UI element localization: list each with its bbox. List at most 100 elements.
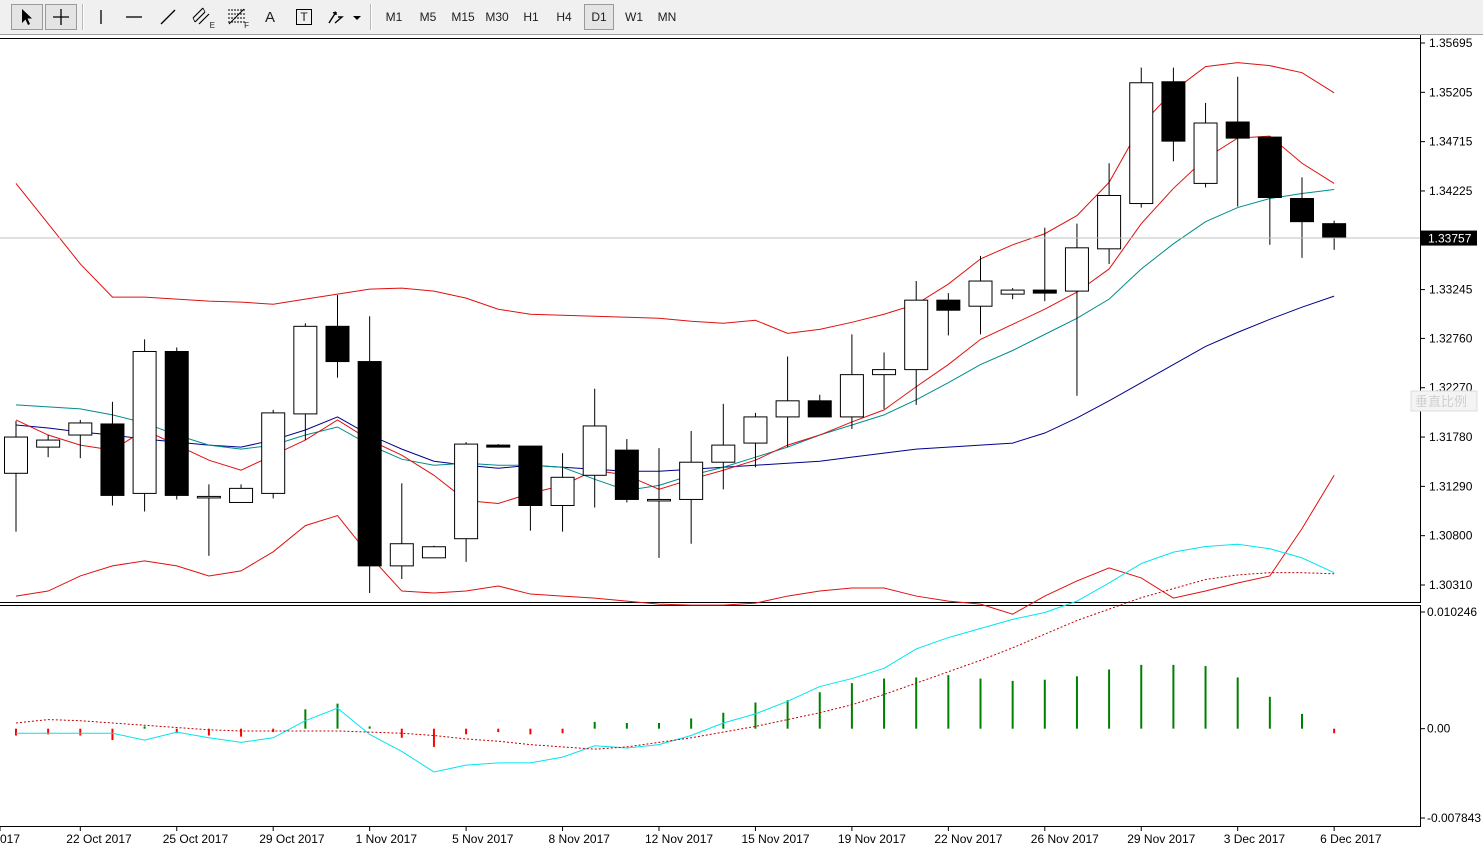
- trendline-icon: [160, 9, 176, 25]
- time-axis-label: 29 Nov 2017: [1127, 832, 1195, 846]
- crosshair-icon: [53, 9, 69, 25]
- price-axis-label: 1.33245: [1429, 283, 1473, 297]
- candle: [1129, 67, 1154, 208]
- candle-body: [1064, 247, 1089, 292]
- time-axis-label: 1 Nov 2017: [356, 832, 418, 846]
- candle-body: [647, 498, 671, 502]
- timeframe-d1-button[interactable]: D1: [584, 4, 614, 30]
- candle-body: [293, 325, 318, 415]
- time-axis-label: 29 Oct 2017: [259, 832, 325, 846]
- candle-body: [454, 443, 479, 540]
- candle-body: [1290, 198, 1314, 223]
- candle-body: [421, 546, 446, 559]
- text-icon: A: [264, 8, 275, 26]
- timeframe-m15-button[interactable]: M15: [446, 4, 480, 30]
- price-axis-label: 1.34225: [1429, 184, 1473, 198]
- indicator-axis-label: -0.007843: [1427, 811, 1481, 825]
- candle-body: [1161, 81, 1186, 142]
- timeframe-mn-button[interactable]: MN: [651, 4, 683, 30]
- candle-body: [872, 369, 897, 376]
- candle-body: [1322, 223, 1347, 239]
- time-axis-label: 5 Nov 2017: [452, 832, 514, 846]
- candle-body: [743, 416, 768, 444]
- candle-body: [614, 449, 639, 500]
- time-axis-label: 19 Nov 2017: [838, 832, 906, 846]
- candle-body: [1129, 82, 1154, 205]
- timeframe-h4-button[interactable]: H4: [549, 4, 579, 30]
- horizontal-line-tool[interactable]: [120, 4, 148, 30]
- toolbar-separator: [370, 4, 372, 30]
- text-label-tool[interactable]: T: [290, 4, 318, 30]
- candle-body: [839, 374, 864, 418]
- price-axis-label: 1.31780: [1429, 430, 1473, 444]
- timeframe-m1-button[interactable]: M1: [378, 4, 410, 30]
- toolbar-separator: [82, 4, 84, 30]
- channel-subscript: E: [209, 21, 215, 30]
- candle-body: [1032, 289, 1057, 294]
- timeframe-h1-button[interactable]: H1: [516, 4, 546, 30]
- candle-body: [968, 280, 993, 307]
- candle-body: [68, 422, 93, 436]
- equidistant-channel-tool[interactable]: E: [188, 4, 218, 30]
- candle-body: [775, 400, 800, 418]
- candle-body: [904, 299, 929, 371]
- timeframe-m30-button[interactable]: M30: [480, 4, 514, 30]
- candle-body: [1225, 121, 1250, 139]
- candle: [164, 347, 189, 500]
- time-axis-label: 017: [0, 832, 20, 846]
- candle: [132, 339, 157, 512]
- indicator-axis-label: 0.010246: [1427, 605, 1477, 619]
- candle-body: [325, 325, 350, 363]
- time-axis-label: 12 Nov 2017: [645, 832, 713, 846]
- price-axis-label: 1.34715: [1429, 135, 1473, 149]
- cursor-tool[interactable]: [11, 4, 43, 30]
- timeframe-m5-button[interactable]: M5: [412, 4, 444, 30]
- candle-body: [550, 476, 575, 506]
- candle-body: [936, 299, 961, 311]
- time-axis-label: 26 Nov 2017: [1031, 832, 1099, 846]
- candle-body: [518, 445, 543, 506]
- text-label-icon: T: [296, 9, 312, 25]
- time-axis-label: 6 Dec 2017: [1320, 832, 1382, 846]
- trendline-tool[interactable]: [154, 4, 182, 30]
- candle-body: [4, 436, 28, 474]
- vertical-scale-watermark-box[interactable]: 垂直比例: [1410, 390, 1478, 412]
- timeframe-w1-button[interactable]: W1: [618, 4, 650, 30]
- arrows-tool[interactable]: [324, 4, 364, 30]
- candle-body: [389, 543, 414, 567]
- candle-body: [486, 444, 511, 448]
- candle-body: [1257, 136, 1282, 198]
- time-axis-label: 25 Oct 2017: [163, 832, 229, 846]
- indicator-axis-label: 0.00: [1427, 722, 1451, 736]
- candle: [261, 409, 286, 499]
- candle-body: [1193, 122, 1218, 184]
- time-axis-label: 15 Nov 2017: [741, 832, 809, 846]
- current-price-label: 1.33757: [1428, 232, 1472, 246]
- arrows-dropdown-icon: [328, 11, 361, 24]
- time-axis-label: 22 Nov 2017: [934, 832, 1002, 846]
- price-axis-label: 1.30800: [1429, 529, 1473, 543]
- horizontal-line-icon: [126, 16, 142, 18]
- candle-body: [36, 439, 61, 448]
- candle-body: [711, 444, 736, 463]
- crosshair-tool[interactable]: [45, 4, 77, 30]
- fibonacci-subscript: F: [244, 21, 249, 30]
- time-axis-label: 8 Nov 2017: [549, 832, 611, 846]
- time-axis-label: 3 Dec 2017: [1224, 832, 1286, 846]
- chart-toolbar: E F A T M1 M5 M15 M30 H1 H4 D1 W1 MN: [0, 0, 1483, 35]
- candle-body: [679, 461, 704, 500]
- vertical-line-tool[interactable]: [87, 4, 115, 30]
- watermark-text: 垂直比例: [1415, 394, 1467, 409]
- text-tool[interactable]: A: [256, 4, 284, 30]
- candle-body: [132, 350, 157, 494]
- candle-body: [164, 350, 189, 496]
- time-axis-label: 22 Oct 2017: [66, 832, 132, 846]
- price-axis-label: 1.32760: [1429, 331, 1473, 345]
- price-axis-label: 1.35205: [1429, 85, 1473, 99]
- candle-body: [261, 412, 286, 494]
- candle-body: [1097, 194, 1122, 250]
- arrow-cursor-icon: [22, 9, 32, 25]
- fibonacci-tool[interactable]: F: [222, 4, 252, 30]
- price-chart[interactable]: 1.35695 1.35205 1.34715 1.34225 1.33245 1.327…: [0, 35, 1483, 855]
- price-axis-label: 1.35695: [1429, 36, 1473, 50]
